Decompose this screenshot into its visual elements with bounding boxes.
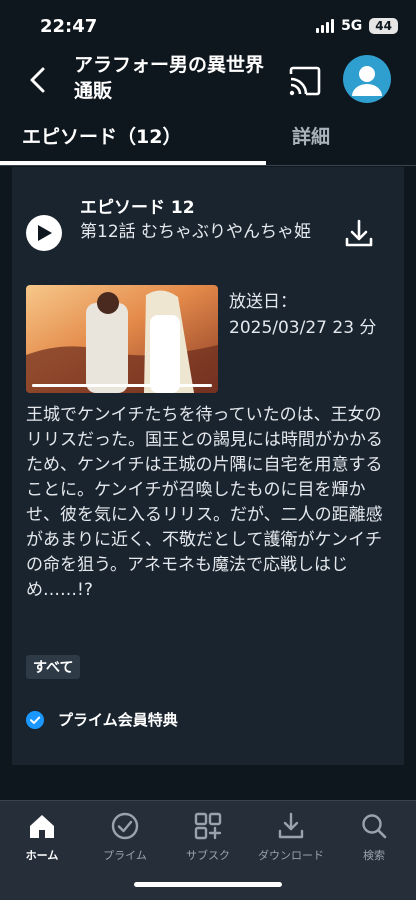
cast-icon [289,66,321,96]
nav-home-label: ホーム [25,849,59,862]
download-icon [278,812,304,839]
progress-fill [32,384,212,387]
thumbnail-image [26,285,218,393]
nav-home[interactable]: ホーム [0,811,84,863]
chevron-left-icon [30,67,45,93]
tab-bar: エピソード（12） 詳細 [0,118,416,168]
network-type: 5G [341,18,363,34]
cast-button[interactable] [286,64,324,98]
nav-downloads-label: ダウンロード [258,849,324,862]
battery-icon: 44 [369,18,398,34]
audience-tag: すべて [26,655,81,679]
grid-plus-icon [194,812,222,840]
signal-icon [316,19,335,33]
status-time: 22:47 [40,16,98,37]
nav-downloads[interactable]: ダウンロード [249,811,333,863]
nav-prime[interactable]: プライム [83,811,167,863]
episode-thumbnail[interactable] [26,285,218,393]
home-indicator [134,882,282,887]
page-title: アラフォー男の異世界通販 [74,54,265,102]
episode-subtitle: 第12話 むちゃぶりやんちゃ姫 [80,222,312,242]
nav-search-label: 検索 [363,849,385,862]
nav-subscriptions-label: サブスク [186,849,230,862]
search-icon [362,814,387,839]
check-circle-icon [26,710,44,729]
user-icon [352,66,382,96]
status-indicators: 5G 44 [316,18,398,34]
back-button[interactable] [22,62,58,98]
air-date-value: 2025/03/27 23 分 [229,318,377,338]
play-icon [38,225,52,241]
download-icon [345,219,373,247]
nav-subscriptions[interactable]: サブスク [166,811,250,863]
nav-search[interactable]: 検索 [332,811,416,863]
episode-title: エピソード 12 [80,198,195,218]
divider [0,165,416,166]
tab-episodes[interactable]: エピソード（12） [22,122,181,149]
status-bar: 22:47 5G 44 [0,0,416,50]
prime-badge: プライム会員特典 [26,709,178,730]
play-button[interactable] [26,215,62,251]
episode-card: エピソード 12 第12話 むちゃぶりやんちゃ姫 放送日： 2025/03/27… [12,167,404,765]
download-button[interactable] [342,217,376,251]
progress-bar [32,384,212,387]
nav-prime-label: プライム [103,849,147,862]
header: アラフォー男の異世界通販 [0,52,416,108]
prime-label: プライム会員特典 [58,711,178,729]
air-date-label: 放送日： [229,292,297,312]
episode-synopsis: 王城でケンイチたちを待っていたのは、王女のリリスだった。国王との謁見には時間がか… [26,405,383,600]
check-circle-icon [111,812,139,840]
avatar[interactable] [343,55,391,103]
tab-details[interactable]: 詳細 [292,122,330,149]
home-icon [30,815,54,838]
